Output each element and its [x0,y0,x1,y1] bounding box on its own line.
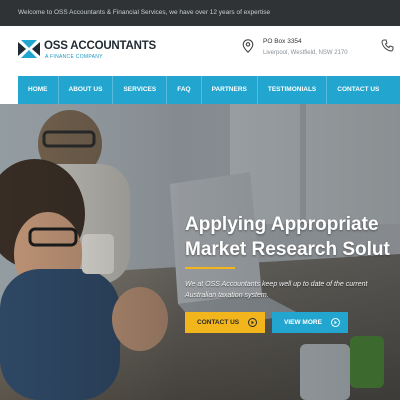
brand-tagline: A FINANCE COMPANY [45,54,103,60]
main-nav: HOME ABOUT US SERVICES FAQ PARTNERS TEST… [18,76,400,104]
nav-services[interactable]: SERVICES [113,76,168,104]
hero-description: We at OSS Accountants keep well up to da… [185,281,368,299]
nav-testimonials[interactable]: TESTIMONIALS [258,76,328,104]
logo-mark-icon [18,40,40,58]
phone-icon[interactable] [381,39,394,52]
headline-underline [185,267,235,269]
hero-headline-line-2: Market Research Solut [185,239,390,260]
nav-partners[interactable]: PARTNERS [202,76,258,104]
arrow-circle-icon [331,318,340,327]
brand-name: OSS ACCOUNTANTS [44,40,157,52]
map-pin-icon [242,39,254,53]
welcome-text: Welcome to OSS Accountants & Financial S… [18,9,271,16]
address-line-2: Liverpool, Westfield, NSW 2170 [263,50,348,56]
nav-faq[interactable]: FAQ [167,76,202,104]
arrow-circle-icon [248,318,257,327]
contact-us-button-label: CONTACT US [197,319,240,326]
address-line-1: PO Box 3354 [263,38,302,45]
nav-contact-us[interactable]: CONTACT US [327,76,389,104]
topbar: Welcome to OSS Accountants & Financial S… [0,0,400,26]
view-more-button-label: VIEW MORE [284,319,322,326]
hero-headline-line-1: Applying Appropriate [185,214,379,235]
nav-about-us[interactable]: ABOUT US [59,76,114,104]
contact-us-button[interactable]: CONTACT US [185,312,265,333]
logo[interactable]: OSS ACCOUNTANTS A FINANCE COMPANY [18,38,168,66]
view-more-button[interactable]: VIEW MORE [272,312,348,333]
hero-banner: Applying Appropriate Market Research Sol… [0,104,400,400]
header: OSS ACCOUNTANTS A FINANCE COMPANY PO Box… [0,26,400,76]
hero-headline: Applying Appropriate Market Research Sol… [185,212,390,262]
nav-home[interactable]: HOME [18,76,59,104]
